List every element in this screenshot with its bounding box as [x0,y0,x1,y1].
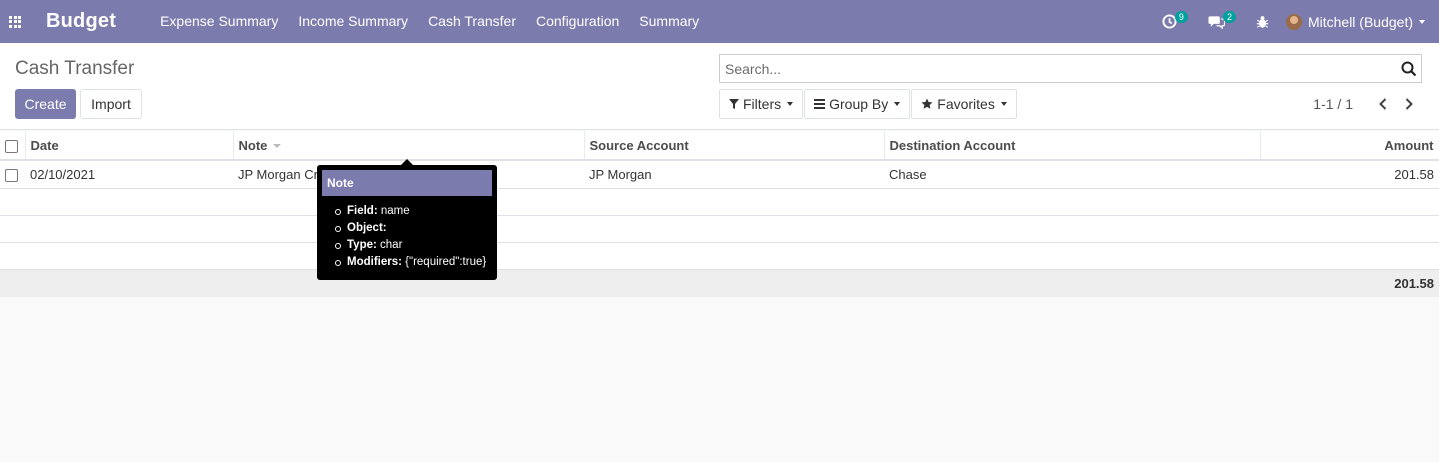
field-tooltip: Note Field: name Object: Type: char Modi… [317,159,497,280]
cell-source-account[interactable]: JP Morgan [584,160,884,189]
import-button[interactable]: Import [80,89,142,119]
totals-row: 201.58 [0,269,1439,297]
pager-value[interactable]: 1-1 / 1 [1313,96,1353,112]
messaging-menu[interactable]: 2 [1199,0,1247,43]
chevron-right-icon[interactable] [1399,94,1419,114]
cell-date[interactable]: 02/10/2021 [25,160,233,189]
groupby-button[interactable]: Group By [804,89,911,119]
star-icon [921,98,933,109]
row-checkbox[interactable] [5,168,18,182]
chevron-down-icon [1000,102,1007,106]
search-bar [719,54,1422,83]
chevron-down-icon [1419,19,1425,24]
pager: 1-1 / 1 [1313,89,1419,119]
menu-income-summary[interactable]: Income Summary [288,0,418,43]
column-header-destination-account[interactable]: Destination Account [884,131,1261,161]
activity-badge: 9 [1174,10,1188,23]
filters-label: Filters [743,96,782,112]
tooltip-item: Type: char [332,237,492,254]
favorites-label: Favorites [937,96,995,112]
menu-configuration[interactable]: Configuration [526,0,629,43]
message-badge: 2 [1222,10,1236,23]
control-panel: Cash Transfer Create Import Filters Grou… [0,43,1439,130]
select-all-header [0,131,26,161]
search-options: Filters Group By Favorites [719,89,1018,119]
filters-button[interactable]: Filters [719,89,804,119]
avatar [1285,13,1302,30]
filter-icon [729,98,739,109]
apps-menu-icon[interactable] [0,0,30,43]
chevron-down-icon [787,102,794,106]
list-view: Date Note Source Account Destination Acc… [0,131,1439,297]
row-select-cell [0,160,25,189]
column-header-date[interactable]: Date [25,131,234,161]
groupby-label: Group By [829,96,889,112]
tooltip-list: Field: name Object: Type: char Modifiers… [322,203,492,271]
column-header-source-account[interactable]: Source Account [584,131,885,161]
chevron-left-icon[interactable] [1373,94,1393,114]
list-icon [814,99,826,109]
records-table: Date Note Source Account Destination Acc… [0,131,1439,297]
empty-row [0,215,1439,243]
tooltip-item: Modifiers: {"required":true} [332,254,492,271]
menu-summary[interactable]: Summary [629,0,709,43]
total-amount: 201.58 [1260,269,1439,297]
debug-menu[interactable] [1247,0,1278,43]
breadcrumb: Cash Transfer [15,58,135,79]
menu-cash-transfer[interactable]: Cash Transfer [418,0,526,43]
user-menu[interactable]: Mitchell (Budget) [1278,13,1439,30]
select-all-checkbox[interactable] [5,139,18,153]
column-header-amount[interactable]: Amount [1260,131,1439,161]
tooltip-item: Object: [332,220,492,237]
main-menu: Expense Summary Income Summary Cash Tran… [150,0,709,43]
cell-amount[interactable]: 201.58 [1260,160,1439,189]
sort-caret-icon [273,144,282,149]
chevron-down-icon [894,102,901,106]
activity-menu[interactable]: 9 [1153,0,1199,43]
app-brand[interactable]: Budget [46,10,116,33]
table-header-row: Date Note Source Account Destination Acc… [0,131,1439,161]
cell-destination-account[interactable]: Chase [884,160,1260,189]
empty-row [0,188,1439,216]
favorites-button[interactable]: Favorites [911,89,1017,119]
table-row[interactable]: 02/10/2021 JP Morgan Cr JP Morgan Chase … [0,160,1439,189]
search-input[interactable] [720,55,1390,82]
tooltip-title: Note [322,170,492,196]
menu-expense-summary[interactable]: Expense Summary [150,0,288,43]
empty-row [0,242,1439,270]
bug-icon [1256,15,1269,28]
column-header-note[interactable]: Note [233,131,585,161]
search-icon[interactable] [1401,61,1417,77]
user-name: Mitchell (Budget) [1307,13,1413,30]
create-button[interactable]: Create [15,89,76,119]
top-navbar: Budget Expense Summary Income Summary Ca… [0,0,1439,43]
tooltip-item: Field: name [332,203,492,220]
